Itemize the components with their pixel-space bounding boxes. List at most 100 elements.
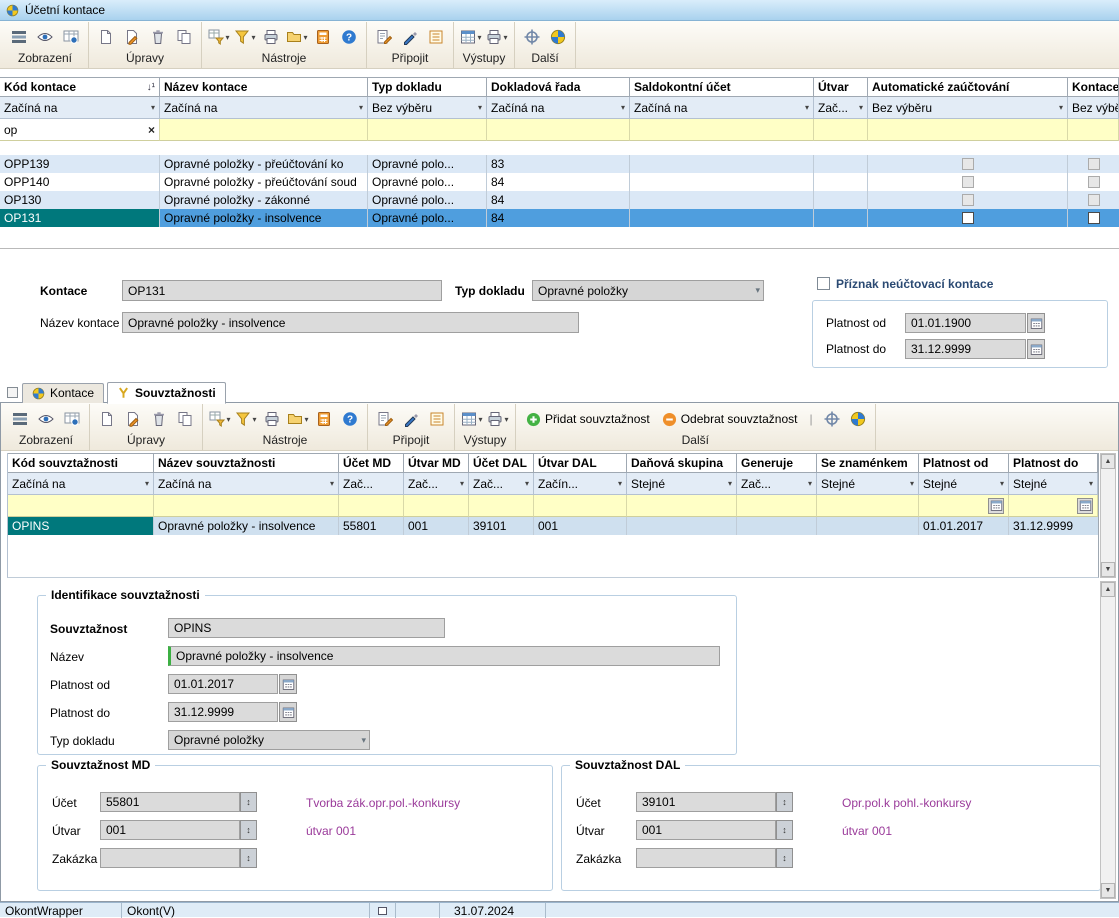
filter-kod-kontace[interactable]: Začíná na▾	[0, 97, 160, 119]
filter-automaticke-zauctovani[interactable]: Bez výběru▾	[868, 97, 1068, 119]
filter-kontace[interactable]: Bez výběru▾	[1068, 97, 1119, 119]
calculator-button[interactable]	[312, 25, 334, 49]
cell-ucet-dal[interactable]: 39101	[469, 517, 534, 535]
zakazka-md-input[interactable]	[100, 848, 240, 868]
tab-souvztaznosti[interactable]: Souvztažnosti	[107, 382, 226, 404]
filter-settings-button[interactable]: ▾	[209, 407, 231, 431]
view-settings-button[interactable]	[9, 407, 31, 431]
calculator-button[interactable]	[313, 407, 335, 431]
edit-record-button[interactable]	[121, 25, 143, 49]
col-header-platnost-do[interactable]: Platnost do	[1009, 453, 1098, 473]
tab-kontace[interactable]: Kontace	[22, 383, 104, 403]
kontace-row[interactable]: OP130 Opravné položky - zákonné Opravné …	[0, 191, 1119, 209]
col-header-utvar[interactable]: Útvar	[814, 77, 868, 97]
kontace-row[interactable]: OPP140 Opravné položky - přeúčtování sou…	[0, 173, 1119, 191]
batch-print-button[interactable]	[261, 407, 283, 431]
actions-button[interactable]: ▾	[286, 25, 308, 49]
search-cell[interactable]	[8, 495, 154, 517]
calendar-button[interactable]	[279, 702, 297, 722]
filter-platnost-od[interactable]: Stejné▾	[919, 473, 1009, 495]
cell-nazev[interactable]: Opravné položky - insolvence	[160, 209, 368, 227]
cell-nazev[interactable]: Opravné položky - insolvence	[154, 517, 339, 535]
calendar-button[interactable]	[1027, 339, 1045, 359]
col-header-kontace[interactable]: Kontace	[1068, 77, 1119, 97]
filter-utvar-md[interactable]: Zač...▾	[404, 473, 469, 495]
filter-se-znamenkem[interactable]: Stejné▾	[817, 473, 919, 495]
cell-kod[interactable]: OP131	[0, 209, 160, 227]
new-record-button[interactable]	[96, 407, 118, 431]
col-header-nazev-souvztaznosti[interactable]: Název souvztažnosti	[154, 453, 339, 473]
copy-record-button[interactable]	[173, 25, 195, 49]
cell-kod[interactable]: OPP139	[0, 155, 160, 173]
search-input-saldo[interactable]	[630, 119, 814, 141]
filter-nazev-kontace[interactable]: Začíná na▾	[160, 97, 368, 119]
pie-button[interactable]	[847, 407, 869, 431]
cell-rada[interactable]: 84	[487, 209, 630, 227]
filter-platnost-do[interactable]: Stejné▾	[1009, 473, 1098, 495]
filter-utvar-dal[interactable]: Začín...▾	[534, 473, 627, 495]
platnost-do-input[interactable]: 31.12.9999	[168, 702, 278, 722]
new-record-button[interactable]	[95, 25, 117, 49]
ucet-dal-input[interactable]: 39101	[636, 792, 776, 812]
search-cell[interactable]	[469, 495, 534, 517]
col-header-kod-kontace[interactable]: Kód kontace↓¹	[0, 77, 160, 97]
search-input-auto[interactable]	[868, 119, 1068, 141]
typ-dokladu-select[interactable]: Opravné položky▾	[168, 730, 370, 750]
souvztaznost-input[interactable]: OPINS	[168, 618, 445, 638]
attach-form-button[interactable]	[374, 407, 396, 431]
print-button[interactable]: ▾	[486, 25, 508, 49]
spinner-button[interactable]: ↕	[240, 848, 257, 868]
cell-se-znamenkem[interactable]	[817, 517, 919, 535]
cell-utvar-dal[interactable]: 001	[534, 517, 627, 535]
preview-button[interactable]	[34, 25, 56, 49]
search-cell-platnost-od[interactable]	[919, 495, 1009, 517]
col-header-utvar-md[interactable]: Útvar MD	[404, 453, 469, 473]
search-input-utvar[interactable]	[814, 119, 868, 141]
filter-nazev-souvztaznosti[interactable]: Začíná na▾	[154, 473, 339, 495]
add-souvztaznost-button[interactable]: Přidat souvztažnost	[522, 407, 654, 431]
col-header-dokladova-rada[interactable]: Dokladová řada	[487, 77, 630, 97]
col-header-ucet-dal[interactable]: Účet DAL	[469, 453, 534, 473]
souvztaznost-row-selected[interactable]: OPINS Opravné položky - insolvence 55801…	[8, 517, 1098, 535]
target-button[interactable]	[521, 25, 543, 49]
scroll-down-button[interactable]: ▼	[1101, 562, 1115, 577]
help-button[interactable]	[339, 407, 361, 431]
pie-button[interactable]	[547, 25, 569, 49]
kontace-row[interactable]: OPP139 Opravné položky - přeúčtování ko …	[0, 155, 1119, 173]
search-cell-platnost-do[interactable]	[1009, 495, 1098, 517]
cell-rada[interactable]: 83	[487, 155, 630, 173]
target-button[interactable]	[821, 407, 843, 431]
filter-generuje[interactable]: Zač...▾	[737, 473, 817, 495]
pen-button[interactable]	[399, 25, 421, 49]
export-button[interactable]: ▾	[460, 25, 482, 49]
col-header-generuje[interactable]: Generuje	[737, 453, 817, 473]
show-columns-button[interactable]	[61, 407, 83, 431]
notes-button[interactable]	[426, 407, 448, 431]
kontace-row-selected[interactable]: OP131 Opravné položky - insolvence Oprav…	[0, 209, 1119, 227]
filter-kod-souvztaznosti[interactable]: Začíná na▾	[8, 473, 154, 495]
show-columns-button[interactable]	[60, 25, 82, 49]
edit-record-button[interactable]	[122, 407, 144, 431]
col-header-automaticke-zauctovani[interactable]: Automatické zaúčtování	[868, 77, 1068, 97]
search-cell[interactable]	[404, 495, 469, 517]
cell-platnost-od[interactable]: 01.01.2017	[919, 517, 1009, 535]
spinner-button[interactable]: ↕	[776, 792, 793, 812]
platnost-od-input[interactable]: 01.01.1900	[905, 313, 1026, 333]
actions-button[interactable]: ▾	[287, 407, 309, 431]
batch-print-button[interactable]	[260, 25, 282, 49]
col-header-nazev-kontace[interactable]: Název kontace	[160, 77, 368, 97]
col-header-saldokontni-ucet[interactable]: Saldokontní účet	[630, 77, 814, 97]
search-cell[interactable]	[154, 495, 339, 517]
filter-ucet-md[interactable]: Zač...	[339, 473, 404, 495]
search-cell[interactable]	[534, 495, 627, 517]
search-input-kontace[interactable]	[1068, 119, 1119, 141]
search-input-rada[interactable]	[487, 119, 630, 141]
grid2-scrollbar[interactable]: ▲ ▼	[1100, 453, 1116, 578]
view-settings-button[interactable]	[8, 25, 30, 49]
cell-nazev[interactable]: Opravné položky - přeúčtování ko	[160, 155, 368, 173]
search-cell[interactable]	[627, 495, 737, 517]
filter-ucet-dal[interactable]: Zač...▾	[469, 473, 534, 495]
priznak-checkbox[interactable]	[817, 277, 830, 290]
search-cell[interactable]	[737, 495, 817, 517]
platnost-do-input[interactable]: 31.12.9999	[905, 339, 1026, 359]
